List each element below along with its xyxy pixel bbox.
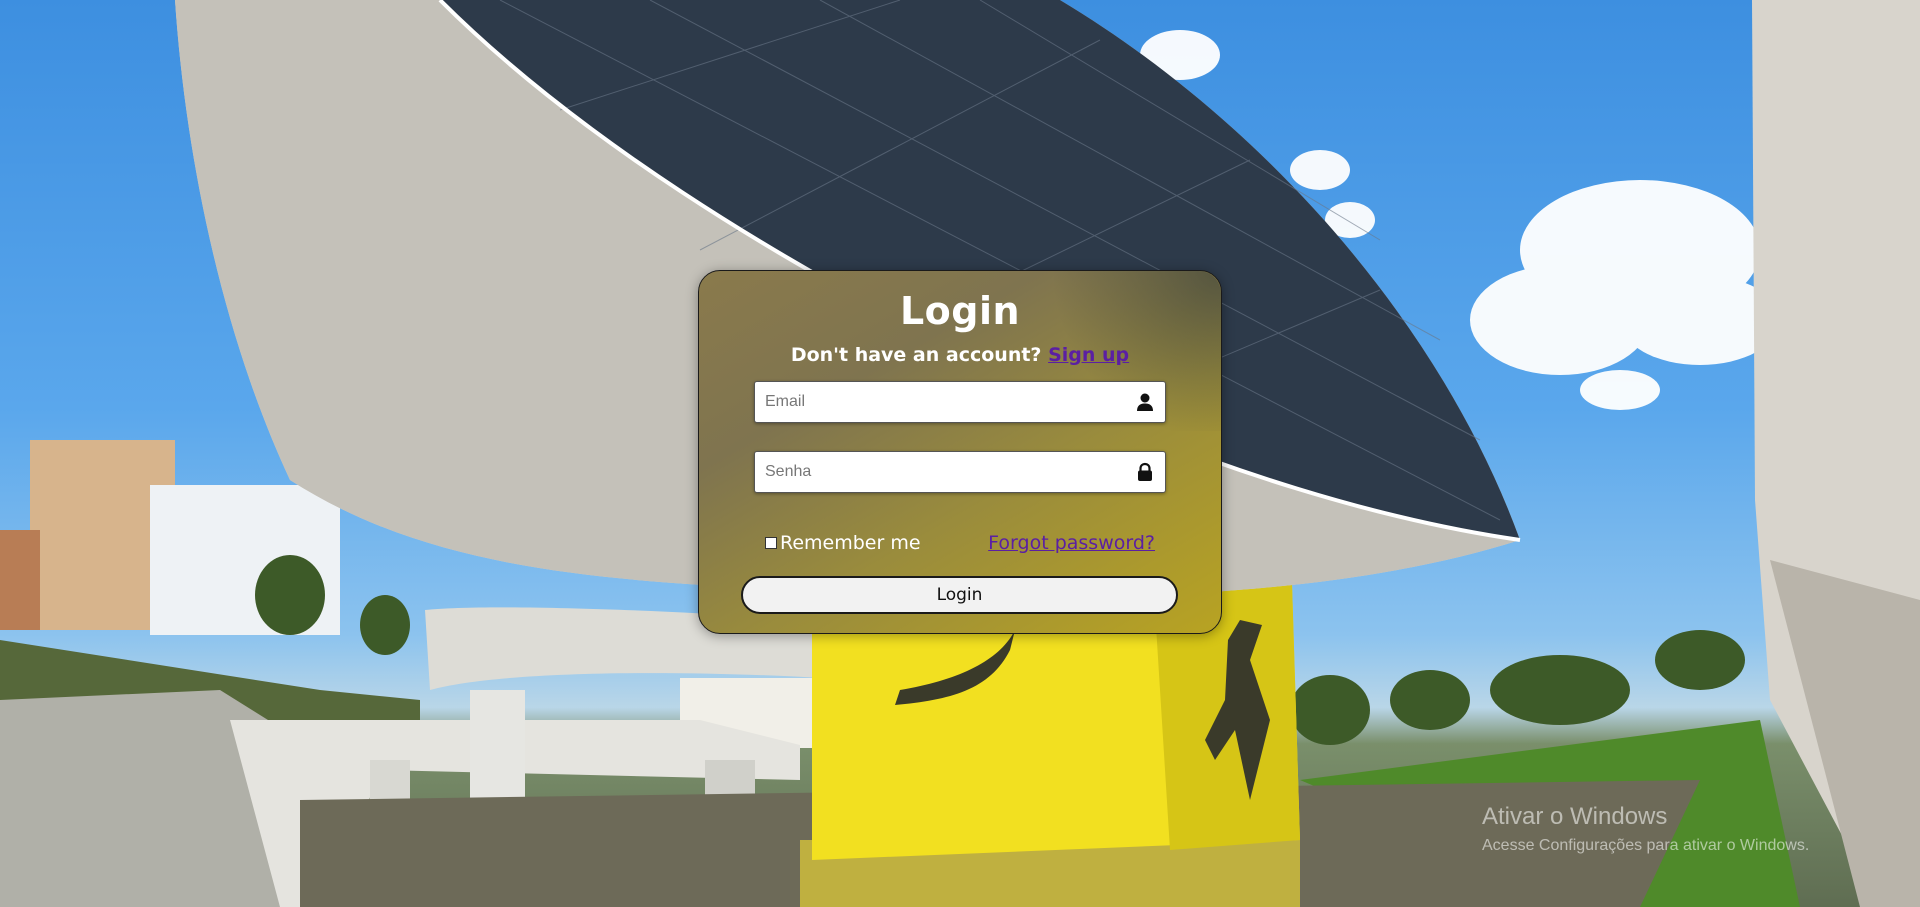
remember-me-label: Remember me <box>780 532 921 554</box>
signup-prompt-line: Don't have an account? Sign up <box>699 344 1221 366</box>
login-card: Login Don't have an account? Sign up Rem… <box>698 270 1222 634</box>
user-icon <box>1137 393 1153 411</box>
lock-icon <box>1138 462 1152 481</box>
windows-activation-watermark: Ativar o Windows Acesse Configurações pa… <box>1482 803 1809 855</box>
watermark-subtitle: Acesse Configurações para ativar o Windo… <box>1482 837 1810 854</box>
watermark-title: Ativar o Windows <box>1482 803 1668 830</box>
signup-prompt: Don't have an account? <box>790 344 1042 366</box>
forgot-password-link[interactable]: Forgot password? <box>988 532 1155 554</box>
remember-me: Remember me <box>765 532 921 554</box>
login-button[interactable]: Login <box>741 576 1178 614</box>
signup-link[interactable]: Sign up <box>1048 344 1129 366</box>
login-title: Login <box>899 289 1021 333</box>
login-page: Login Don't have an account? Sign up Rem… <box>0 0 1920 907</box>
password-field-wrapper <box>754 451 1166 493</box>
email-input[interactable] <box>755 382 1135 421</box>
password-input[interactable] <box>755 452 1135 491</box>
remember-me-checkbox[interactable] <box>765 537 777 549</box>
email-field-wrapper <box>754 381 1166 423</box>
